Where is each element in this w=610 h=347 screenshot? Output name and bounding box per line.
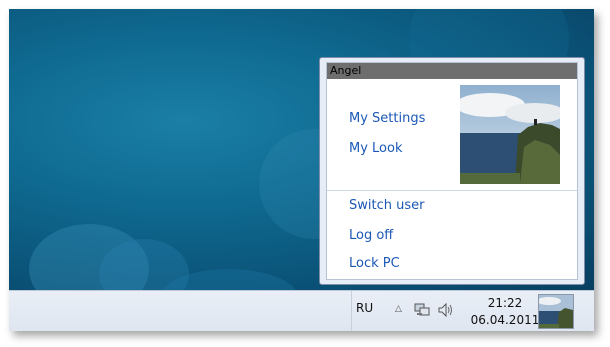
- user-photo[interactable]: [460, 85, 560, 184]
- network-icon[interactable]: [414, 302, 430, 318]
- show-hidden-icons-icon[interactable]: △: [395, 304, 402, 314]
- clock-time: 21:22: [487, 296, 523, 310]
- switch-user-link[interactable]: Switch user: [349, 198, 424, 213]
- system-clock[interactable]: 21:22 06.04.2011: [465, 295, 545, 329]
- volume-icon[interactable]: [437, 301, 455, 319]
- log-off-link[interactable]: Log off: [349, 228, 393, 243]
- my-settings-link[interactable]: My Settings: [349, 111, 425, 126]
- user-menu-panel: Angel My Settings My Look Switch user Lo…: [326, 62, 578, 280]
- user-tile-button[interactable]: [538, 294, 574, 329]
- user-menu-popup: Angel My Settings My Look Switch user Lo…: [319, 57, 585, 285]
- user-name-header: Angel: [327, 63, 577, 79]
- tray-divider: [351, 291, 352, 331]
- taskbar: RU △ 21:22 06.04.2011: [9, 290, 594, 331]
- my-look-link[interactable]: My Look: [349, 141, 403, 156]
- lock-pc-link[interactable]: Lock PC: [349, 256, 400, 271]
- menu-separator: [327, 190, 577, 191]
- clock-date: 06.04.2011: [470, 313, 540, 327]
- language-indicator[interactable]: RU: [356, 301, 373, 315]
